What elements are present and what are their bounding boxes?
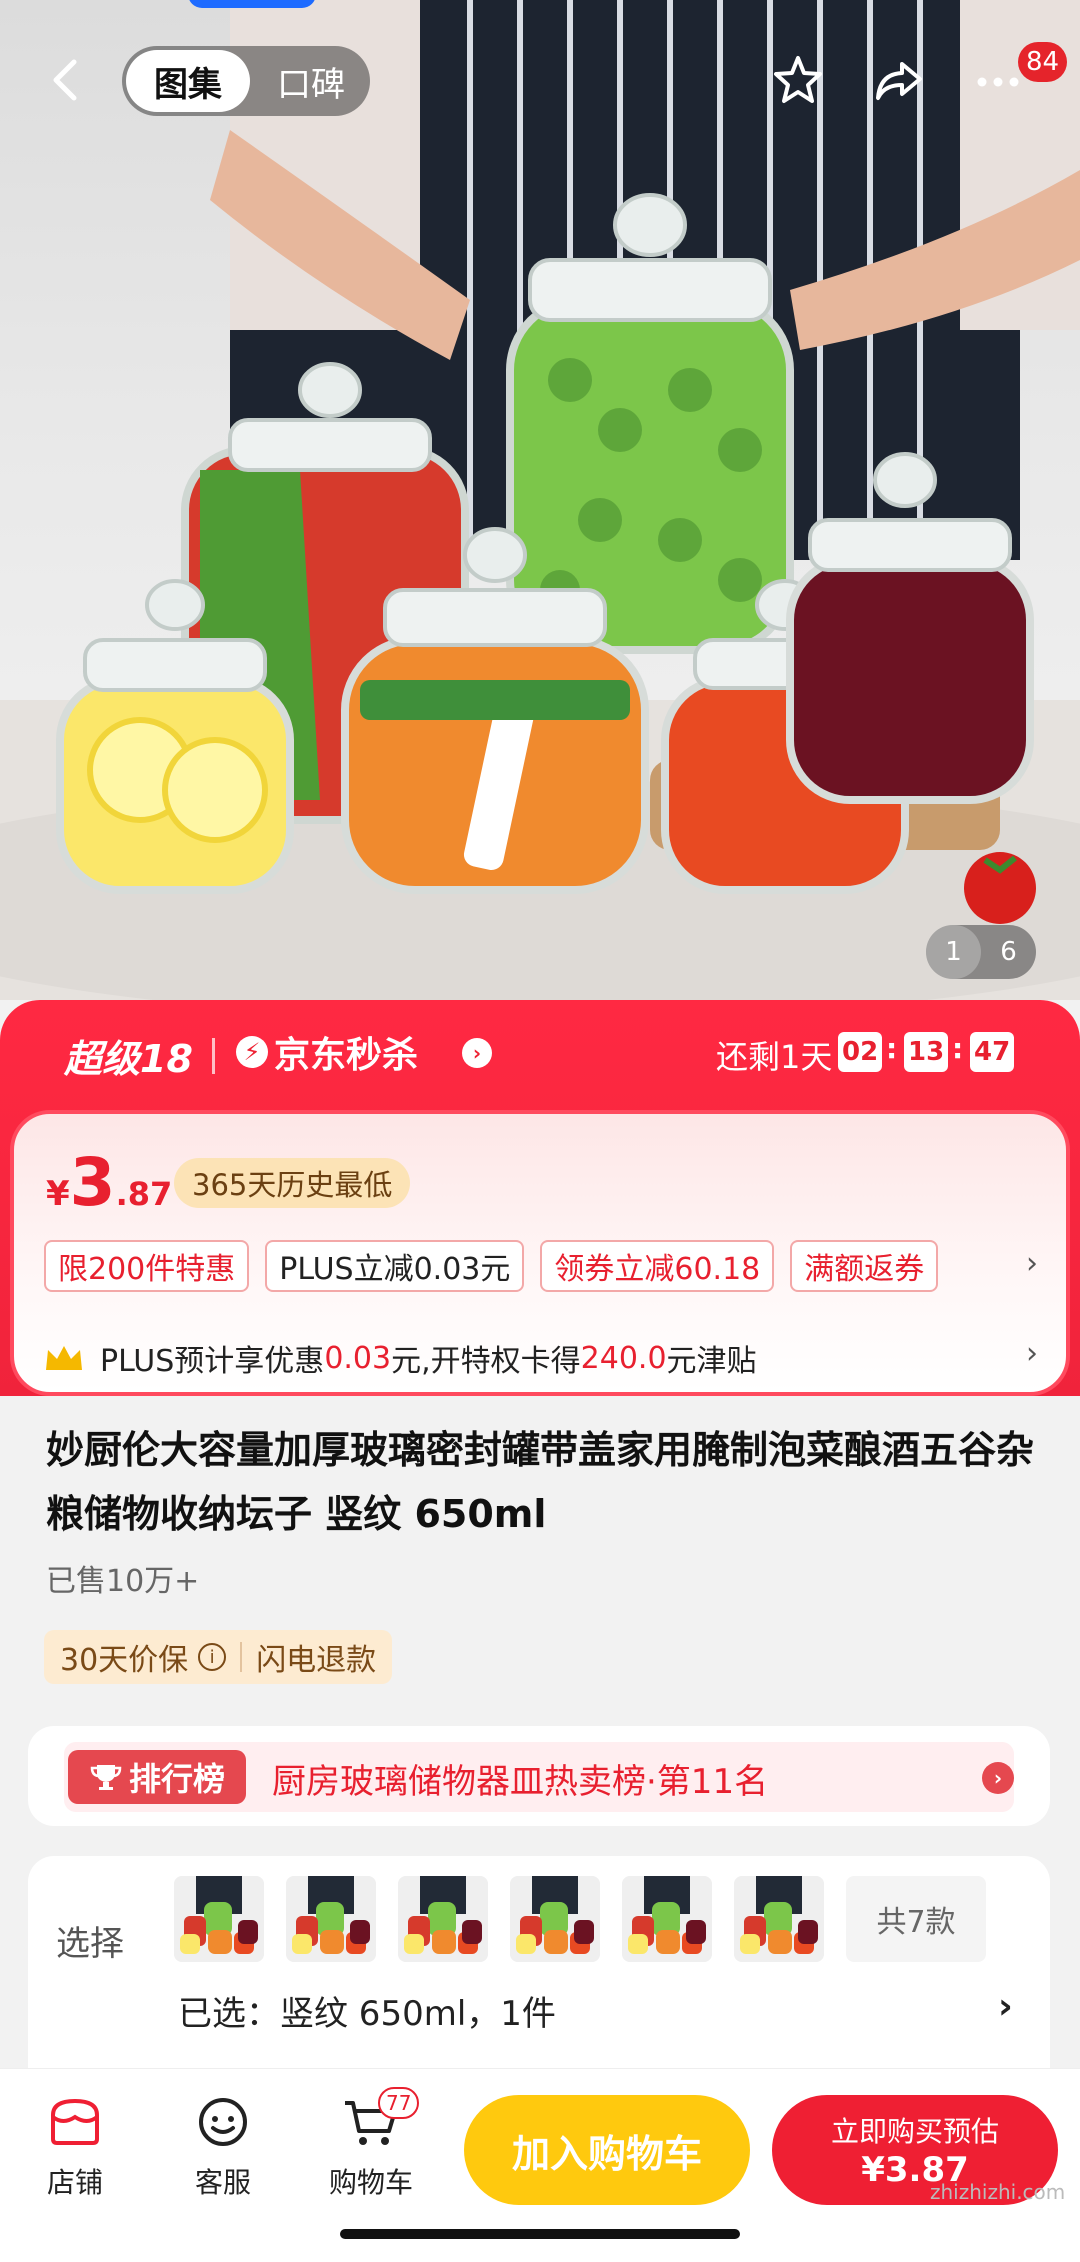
variant-thumbnail[interactable]	[398, 1876, 488, 1962]
selected-variant[interactable]: 已选：竖纹 650ml，1件	[178, 1986, 556, 2035]
price-panel: ¥ 3 .87 365天历史最低 限200件特惠 PLUS立减0.03元 领券立…	[10, 1110, 1070, 1396]
chat-face-icon	[199, 2098, 247, 2146]
flash-sale-card: 超级18 ⚡ 京东秒杀 › 还剩1天 02 : 13 : 47 ¥ 3 .87 …	[0, 1000, 1080, 1400]
chevron-right-icon: ›	[982, 1762, 1014, 1794]
customer-service-button[interactable]: 客服	[168, 2095, 278, 2201]
plus-text: PLUS预计享优惠	[100, 1344, 325, 1379]
crown-icon	[46, 1346, 82, 1370]
divider	[240, 1642, 243, 1672]
cart-label: 购物车	[328, 2166, 413, 2199]
cart-button[interactable]: 77 购物车	[316, 2087, 426, 2201]
message-badge: 84	[1018, 42, 1068, 82]
store-label: 店铺	[46, 2166, 103, 2199]
add-to-cart-button[interactable]: 加入购物车	[464, 2095, 750, 2205]
favorite-button[interactable]	[766, 48, 830, 112]
countdown-sep: :	[952, 1032, 964, 1065]
fast-refund: 闪电退款	[256, 1643, 377, 1678]
ranking-text: 厨房玻璃储物器皿热卖榜·第11名	[272, 1762, 769, 1802]
chevron-right-icon: ›	[462, 1038, 492, 1068]
flash-sale-header[interactable]: 超级18 ⚡ 京东秒杀 › 还剩1天 02 : 13 : 47	[0, 1000, 1080, 1110]
variant-count[interactable]: 共7款	[846, 1876, 986, 1962]
ranking-banner[interactable]: 排行榜 厨房玻璃储物器皿热卖榜·第11名 ›	[64, 1742, 1014, 1812]
title-area: 妙厨伦大容量加厚玻璃密封罐带盖家用腌制泡菜酿酒五谷杂粮储物收纳坛子 竖纹 650…	[0, 1396, 1080, 1696]
variant-thumbnail[interactable]	[734, 1876, 824, 1962]
countdown-hours: 02	[838, 1032, 883, 1072]
trophy-icon	[90, 1765, 122, 1790]
star-icon	[774, 56, 822, 103]
pager-total: 6	[1000, 937, 1017, 967]
plus-text: 元,开特权卡得	[391, 1344, 581, 1379]
variant-thumbnail[interactable]	[510, 1876, 600, 1962]
cart-count-badge: 77	[378, 2087, 420, 2119]
plus-benefit-row[interactable]: PLUS预计享优惠 0.03 元,开特权卡得 240.0 元津贴	[42, 1336, 757, 1380]
pager-current: 1	[926, 925, 981, 979]
product-image-gallery[interactable]: 图集 口碑 84 1 6	[0, 0, 1080, 1000]
plus-text: 元津贴	[666, 1344, 757, 1379]
flash-sale-title: 京东秒杀	[274, 1035, 419, 1076]
service-guarantee[interactable]: 30天价保 i 闪电退款	[44, 1630, 393, 1684]
select-label: 选择	[56, 1924, 124, 1964]
plus-discount: 0.03	[324, 1340, 392, 1376]
plus-subsidy: 240.0	[580, 1340, 667, 1376]
variant-thumbnail[interactable]	[286, 1876, 376, 1962]
chevron-right-icon[interactable]: ›	[1026, 1336, 1038, 1371]
service-label: 客服	[194, 2166, 251, 2199]
price-protection: 30天价保	[60, 1643, 189, 1678]
buy-now-label: 立即购买预估	[830, 2115, 999, 2148]
variant-thumbnail[interactable]	[622, 1876, 712, 1962]
chevron-right-icon[interactable]: ›	[1026, 1246, 1038, 1281]
status-pill	[188, 0, 316, 8]
product-title: 妙厨伦大容量加厚玻璃密封罐带盖家用腌制泡菜酿酒五谷杂粮储物收纳坛子 竖纹 650…	[46, 1428, 1035, 1536]
bottom-action-bar: 店铺 客服 77 购物车 加入购物车 立即购买预估 ¥3.87	[0, 2068, 1080, 2262]
ranking-card[interactable]: 排行榜 厨房玻璃储物器皿热卖榜·第11名 ›	[28, 1726, 1050, 1826]
price-decimal: .87	[115, 1175, 173, 1213]
promo-tag[interactable]: PLUS立减0.03元	[265, 1240, 525, 1292]
chevron-right-icon[interactable]: ›	[998, 1986, 1013, 2027]
top-bar: 图集 口碑 84	[0, 40, 1080, 120]
promo-tags[interactable]: 限200件特惠 PLUS立减0.03元 领券立减60.18 满额返券	[44, 1240, 939, 1292]
store-icon	[51, 2098, 99, 2145]
tab-gallery[interactable]: 图集	[126, 50, 250, 112]
divider	[212, 1038, 215, 1074]
ranking-tag: 排行榜	[68, 1750, 246, 1804]
ranking-tag-label: 排行榜	[128, 1760, 225, 1798]
promo-tag[interactable]: 领券立减60.18	[540, 1240, 775, 1292]
variant-thumbnail[interactable]	[174, 1876, 264, 1962]
super18-logo: 超级18	[64, 1037, 193, 1081]
info-icon[interactable]: i	[198, 1643, 227, 1671]
gallery-pager: 1 6	[926, 925, 1036, 979]
watermark: zhizhizhi.com	[930, 2180, 1066, 2204]
variant-thumbnails	[174, 1876, 824, 1962]
sold-count: 已售10万+	[46, 1564, 200, 1599]
countdown-minutes: 13	[904, 1032, 949, 1072]
countdown-seconds: 47	[970, 1032, 1015, 1072]
countdown-sep: :	[886, 1032, 898, 1065]
share-button[interactable]	[866, 48, 930, 112]
lowest-price-badge: 365天历史最低	[174, 1158, 411, 1208]
back-button[interactable]	[40, 52, 96, 108]
home-indicator	[340, 2229, 740, 2239]
remaining-label: 还剩1天	[716, 1038, 833, 1076]
promo-tag[interactable]: 满额返券	[790, 1240, 939, 1292]
currency-symbol: ¥	[46, 1174, 70, 1214]
chevron-left-icon	[53, 59, 77, 101]
product-photo	[0, 0, 1080, 1000]
tab-reviews[interactable]: 口碑	[256, 50, 366, 112]
share-icon	[876, 62, 922, 100]
lightning-icon: ⚡	[236, 1036, 268, 1068]
price-integer: 3	[69, 1144, 116, 1221]
promo-tag[interactable]: 限200件特惠	[44, 1240, 250, 1292]
price: ¥ 3 .87	[46, 1150, 172, 1216]
store-button[interactable]: 店铺	[20, 2095, 130, 2201]
view-switch: 图集 口碑	[122, 46, 370, 116]
